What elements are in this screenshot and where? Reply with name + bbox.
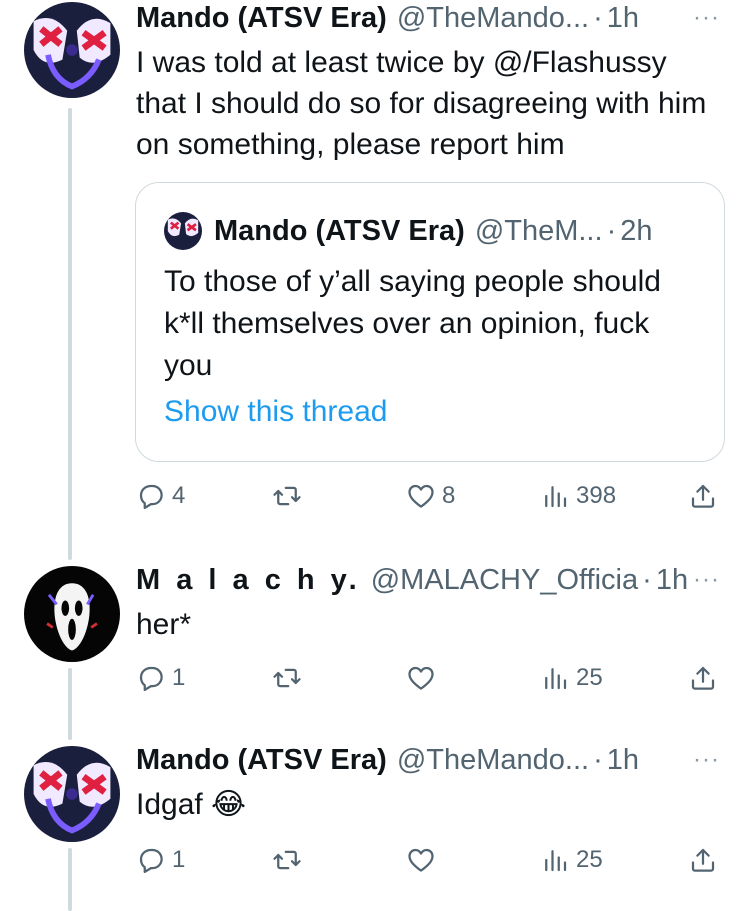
reply-count: 1 bbox=[172, 664, 186, 691]
more-icon[interactable]: ··· bbox=[693, 562, 720, 598]
avatar[interactable] bbox=[24, 566, 120, 662]
timestamp: 2h bbox=[620, 214, 653, 247]
avatar[interactable] bbox=[24, 746, 120, 842]
share-icon bbox=[688, 845, 718, 875]
share-button[interactable] bbox=[688, 476, 718, 516]
share-button[interactable] bbox=[688, 658, 718, 698]
reply-icon bbox=[136, 481, 166, 511]
more-icon[interactable]: ··· bbox=[693, 0, 720, 36]
timestamp[interactable]: 1h bbox=[607, 2, 639, 35]
more-icon[interactable]: ··· bbox=[693, 742, 720, 778]
quote-tweet[interactable]: Mando (ATSV Era) @TheM... · 2h To those … bbox=[135, 182, 725, 462]
like-count: 8 bbox=[442, 482, 456, 509]
show-thread-link[interactable]: Show this thread bbox=[164, 395, 387, 429]
display-name[interactable]: Mando (ATSV Era) bbox=[136, 2, 387, 35]
tweet[interactable]: Mando (ATSV Era) @TheMando... · 1h ··· I… bbox=[0, 742, 750, 892]
share-icon bbox=[688, 663, 718, 693]
views-count: 25 bbox=[576, 846, 603, 873]
tweet[interactable]: M a l a c h y. @MALACHY_Officia · 1h ···… bbox=[0, 562, 750, 712]
views-button[interactable]: 25 bbox=[540, 840, 603, 880]
user-handle[interactable]: @TheMando... bbox=[397, 744, 589, 777]
retweet-button[interactable] bbox=[272, 658, 308, 698]
like-icon bbox=[406, 481, 436, 511]
retweet-icon bbox=[272, 845, 302, 875]
reply-count: 4 bbox=[172, 482, 186, 509]
display-name[interactable]: Mando (ATSV Era) bbox=[136, 744, 387, 777]
avatar[interactable] bbox=[24, 2, 120, 98]
reply-icon bbox=[136, 663, 166, 693]
quote-header: Mando (ATSV Era) @TheM... · 2h bbox=[164, 211, 653, 251]
separator-dot: · bbox=[593, 743, 603, 776]
retweet-button[interactable] bbox=[272, 840, 308, 880]
views-icon bbox=[540, 481, 570, 511]
views-button[interactable]: 398 bbox=[540, 476, 616, 516]
like-button[interactable]: 8 bbox=[406, 476, 455, 516]
user-handle[interactable]: @MALACHY_Officia bbox=[371, 564, 638, 597]
views-count: 25 bbox=[576, 664, 603, 691]
like-icon bbox=[406, 845, 436, 875]
separator-dot: · bbox=[642, 563, 652, 596]
like-button[interactable] bbox=[406, 658, 442, 698]
action-bar: 1 25 bbox=[136, 658, 726, 698]
display-name[interactable]: M a l a c h y. bbox=[136, 564, 361, 597]
tweet-header: Mando (ATSV Era) @TheMando... · 1h ··· bbox=[136, 0, 730, 36]
display-name: Mando (ATSV Era) bbox=[214, 214, 465, 247]
reply-button[interactable]: 1 bbox=[136, 840, 185, 880]
views-icon bbox=[540, 663, 570, 693]
separator-dot: · bbox=[593, 1, 603, 34]
reply-button[interactable]: 1 bbox=[136, 658, 185, 698]
tweet-text: her* bbox=[136, 608, 192, 641]
separator-dot: · bbox=[606, 214, 617, 247]
tweet-text: Idgaf 😂 bbox=[136, 788, 247, 821]
share-button[interactable] bbox=[688, 840, 718, 880]
retweet-icon bbox=[272, 481, 302, 511]
retweet-icon bbox=[272, 663, 302, 693]
tweet-header: Mando (ATSV Era) @TheMando... · 1h ··· bbox=[136, 742, 730, 778]
like-button[interactable] bbox=[406, 840, 442, 880]
like-icon bbox=[406, 663, 436, 693]
reply-count: 1 bbox=[172, 846, 186, 873]
reply-button[interactable]: 4 bbox=[136, 476, 185, 516]
quote-text: To those of y’all saying people should k… bbox=[164, 265, 661, 382]
timestamp[interactable]: 1h bbox=[607, 744, 639, 777]
action-bar: 4 8 398 bbox=[136, 476, 726, 516]
user-handle[interactable]: @TheMando... bbox=[397, 2, 589, 35]
tweet-header: M a l a c h y. @MALACHY_Officia · 1h ··· bbox=[136, 562, 730, 598]
views-icon bbox=[540, 845, 570, 875]
views-count: 398 bbox=[576, 482, 617, 509]
action-bar: 1 25 bbox=[136, 840, 726, 880]
tweet-text: I was told at least twice by @/Flashussy… bbox=[136, 46, 707, 161]
reply-icon bbox=[136, 845, 166, 875]
user-handle: @TheM... bbox=[474, 214, 603, 247]
timestamp[interactable]: 1h bbox=[656, 564, 688, 597]
share-icon bbox=[688, 481, 718, 511]
avatar bbox=[164, 212, 202, 250]
views-button[interactable]: 25 bbox=[540, 658, 603, 698]
tweet[interactable]: Mando (ATSV Era) @TheMando... · 1h ··· I… bbox=[0, 0, 750, 540]
retweet-button[interactable] bbox=[272, 476, 308, 516]
